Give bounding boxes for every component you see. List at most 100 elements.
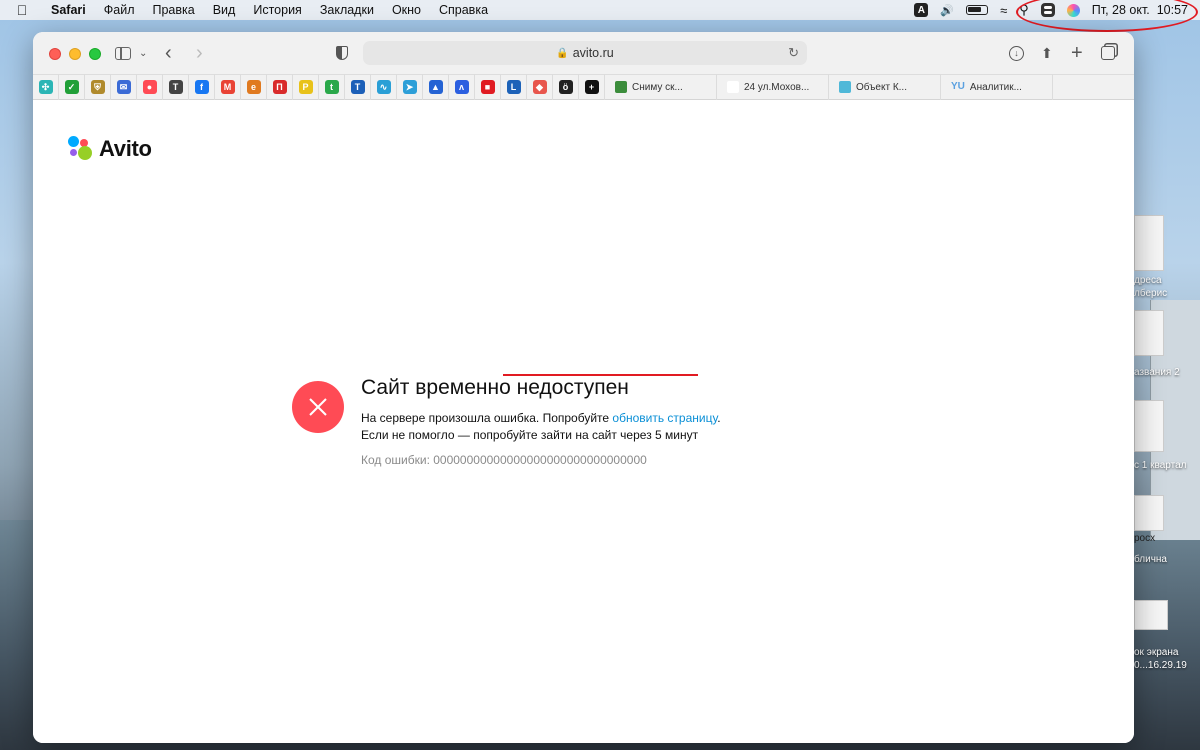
atlassian-icon: ▲ (428, 80, 443, 94)
l-icon: L (506, 80, 521, 94)
reload-page-link[interactable]: обновить страницу (612, 411, 717, 425)
chevron-down-icon[interactable]: ⌄ (139, 43, 147, 63)
avito-logo[interactable]: Avito (68, 136, 152, 162)
favorite-pro[interactable]: P (293, 74, 319, 100)
desktop-file-label[interactable]: 0...16.29.19 (1134, 660, 1187, 671)
cube-icon: ◆ (532, 80, 547, 94)
error-title: Сайт временно недоступен (361, 376, 629, 399)
blue-t-icon: T (350, 80, 365, 94)
tab-overview-icon (1101, 46, 1115, 60)
back-button[interactable]: ‹ (165, 42, 172, 64)
zoom-window-button[interactable] (89, 48, 101, 60)
minimize-window-button[interactable] (69, 48, 81, 60)
favorite-l[interactable]: L (501, 74, 527, 100)
forward-button[interactable]: › (196, 42, 203, 64)
desktop-file-label[interactable]: азвания 2 (1134, 367, 1180, 378)
menu-edit[interactable]: Правка (143, 3, 203, 17)
red-gate-icon: П (272, 80, 287, 94)
error-icon (292, 381, 344, 433)
favorite-facebook[interactable]: f (189, 74, 215, 100)
sber-icon: ✓ (64, 80, 79, 94)
favorite-green-t[interactable]: t (319, 74, 345, 100)
window-controls (49, 48, 101, 60)
desktop-file-thumb-4[interactable] (1134, 495, 1164, 531)
favorite-t-circle[interactable]: T (163, 74, 189, 100)
menu-window[interactable]: Окно (383, 3, 430, 17)
favorite-o-umlaut[interactable]: ö (553, 74, 579, 100)
favorite-avito-dots[interactable]: ● (137, 74, 163, 100)
wifi-icon[interactable]: ≈ (1000, 2, 1007, 18)
green-t-icon: t (324, 80, 339, 94)
avito-logo-dots-icon (68, 136, 94, 162)
favorite-shield-emblem[interactable]: ⛨ (85, 74, 111, 100)
bookmark-label: Аналитик... (969, 81, 1022, 93)
favorite-telegram[interactable]: ➤ (397, 74, 423, 100)
gmail-icon: M (220, 80, 235, 94)
o-umlaut-icon: ö (558, 80, 573, 94)
battery-icon[interactable] (966, 2, 989, 18)
reload-icon[interactable]: ↻ (788, 45, 799, 61)
close-icon (309, 398, 327, 416)
bookmark-label: 24 ул.Мохов... (744, 81, 810, 93)
favorite-sber[interactable]: ✓ (59, 74, 85, 100)
bookmark-label: Сниму ск... (632, 81, 683, 93)
bookmark-item[interactable]: 24 ул.Мохов... (717, 74, 829, 100)
favorite-mail[interactable]: ✉ (111, 74, 137, 100)
apple-icon[interactable]:  (14, 2, 30, 18)
volume-icon[interactable]: 🔊 (940, 2, 954, 18)
desktop-file-label[interactable]: блична (1134, 554, 1167, 565)
favorite-esbn[interactable]: e (241, 74, 267, 100)
sidebar-toggle-button[interactable] (115, 43, 131, 63)
page-content: Avito Сайт временно недоступен На сервер… (33, 100, 1134, 743)
tab-overview-button[interactable] (1101, 43, 1115, 63)
menu-file[interactable]: Файл (95, 3, 144, 17)
favorite-gmail[interactable]: M (215, 74, 241, 100)
esbn-icon: e (246, 80, 261, 94)
toolbar: ⌄ ‹ › 🔒 avito.ru ↻ ↓ ⬆ + (33, 32, 1134, 74)
address-bar[interactable]: 🔒 avito.ru ↻ (363, 41, 807, 65)
desktop-file-thumb-1[interactable] (1134, 215, 1164, 271)
desktop-file-label[interactable]: с 1 квартал (1134, 460, 1186, 471)
favorite-blue-t[interactable]: T (345, 74, 371, 100)
desktop-file-thumb-5[interactable] (1134, 600, 1168, 630)
avito-dots-icon: ● (142, 80, 157, 94)
favorite-grid[interactable]: ✣ (33, 74, 59, 100)
menu-bookmarks[interactable]: Закладки (311, 3, 383, 17)
menu-help[interactable]: Справка (430, 3, 497, 17)
error-message-line1: На сервере произошла ошибка. Попробуйте (361, 411, 613, 425)
error-code: Код ошибки: 0000000000000000000000000000… (361, 453, 647, 467)
share-button[interactable]: ⬆ (1041, 43, 1053, 63)
downloads-button[interactable]: ↓ (1009, 43, 1024, 63)
safari-window: ⌄ ‹ › 🔒 avito.ru ↻ ↓ ⬆ + ✣ ✓ ⛨ ✉ ● Tf Me П Pt T ∿ ➤… (33, 32, 1134, 743)
desktop-file-thumb-2[interactable] (1134, 310, 1164, 356)
favorite-pulse[interactable]: ∿ (371, 74, 397, 100)
favorites-bar: ✣ ✓ ⛨ ✉ ● Tf Me П Pt T ∿ ➤ ▲ ʌ ■ L ◆ ö + Сниму ск... 24 ул.М… (33, 74, 1134, 100)
new-tab-button[interactable]: + (1071, 42, 1083, 64)
plus-circle-icon: + (584, 80, 599, 94)
menu-safari[interactable]: Safari (42, 3, 95, 17)
bookmark-favicon-icon (727, 81, 739, 93)
desktop-file-label[interactable]: ок экрана (1134, 647, 1178, 658)
desktop-file-label[interactable]: росх (1134, 533, 1155, 544)
favorite-cube[interactable]: ◆ (527, 74, 553, 100)
bookmark-item[interactable]: Объект К... (829, 74, 941, 100)
input-source-icon[interactable]: A (914, 3, 929, 17)
share-icon: ⬆ (1041, 44, 1053, 61)
error-message: На сервере произошла ошибка. Попробуйте … (361, 410, 721, 444)
bookmark-item[interactable]: YU Аналитик... (941, 74, 1053, 100)
desktop-file-label[interactable]: дреса (1134, 275, 1162, 286)
menu-view[interactable]: Вид (204, 3, 245, 17)
menu-history[interactable]: История (244, 3, 310, 17)
bookmark-label: Объект К... (856, 81, 907, 93)
favorite-red-gate[interactable]: П (267, 74, 293, 100)
bookmark-item[interactable]: Сниму ск... (605, 74, 717, 100)
favorite-chevron-logo[interactable]: ʌ (449, 74, 475, 100)
desktop-file-label[interactable]: лберис (1134, 288, 1167, 299)
mail-icon: ✉ (116, 80, 131, 94)
privacy-shield-button[interactable] (336, 43, 348, 63)
close-window-button[interactable] (49, 48, 61, 60)
desktop-file-thumb-3[interactable] (1134, 400, 1164, 452)
favorite-red-square[interactable]: ■ (475, 74, 501, 100)
favorite-plus-circle[interactable]: + (579, 74, 605, 100)
favorite-atlassian[interactable]: ▲ (423, 74, 449, 100)
